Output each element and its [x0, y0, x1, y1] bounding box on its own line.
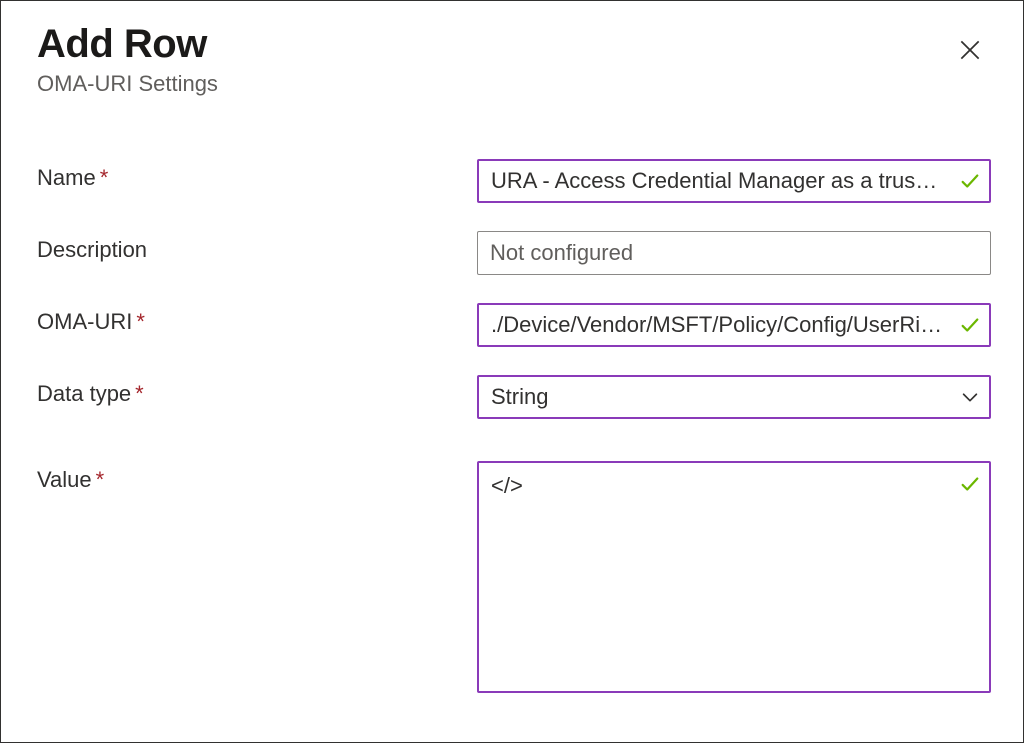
value-input-wrapper: </>: [477, 461, 991, 693]
form: Name* URA - Access Credential Manager as…: [37, 159, 991, 693]
row-oma-uri: OMA-URI* ./Device/Vendor/MSFT/Policy/Con…: [37, 303, 991, 347]
label-oma-uri-text: OMA-URI: [37, 309, 132, 334]
label-value-text: Value: [37, 467, 92, 492]
label-oma-uri: OMA-URI*: [37, 303, 477, 335]
label-value: Value*: [37, 461, 477, 493]
oma-uri-input-wrapper: ./Device/Vendor/MSFT/Policy/Config/UserR…: [477, 303, 991, 347]
field-value: </>: [477, 461, 991, 693]
description-input[interactable]: Not configured: [477, 231, 991, 275]
row-description: Description Not configured: [37, 231, 991, 275]
add-row-panel: Add Row OMA-URI Settings Name* URA - Acc…: [0, 0, 1024, 743]
value-textarea[interactable]: </>: [477, 461, 991, 693]
oma-uri-input[interactable]: ./Device/Vendor/MSFT/Policy/Config/UserR…: [477, 303, 991, 347]
panel-subtitle: OMA-URI Settings: [37, 71, 218, 97]
description-input-wrapper: Not configured: [477, 231, 991, 275]
panel-header: Add Row OMA-URI Settings: [37, 23, 991, 97]
description-placeholder: Not configured: [490, 240, 633, 265]
close-button[interactable]: [953, 33, 987, 67]
data-type-select[interactable]: String: [477, 375, 991, 419]
label-description-text: Description: [37, 237, 147, 262]
label-description: Description: [37, 231, 477, 263]
required-marker: *: [100, 165, 109, 190]
panel-title: Add Row: [37, 23, 218, 65]
field-name: URA - Access Credential Manager as a tru…: [477, 159, 991, 203]
name-input-wrapper: URA - Access Credential Manager as a tru…: [477, 159, 991, 203]
name-input[interactable]: URA - Access Credential Manager as a tru…: [477, 159, 991, 203]
field-data-type: String: [477, 375, 991, 419]
label-name: Name*: [37, 159, 477, 191]
field-oma-uri: ./Device/Vendor/MSFT/Policy/Config/UserR…: [477, 303, 991, 347]
required-marker: *: [135, 381, 144, 406]
label-name-text: Name: [37, 165, 96, 190]
row-data-type: Data type* String: [37, 375, 991, 419]
field-description: Not configured: [477, 231, 991, 275]
row-value: Value* </>: [37, 461, 991, 693]
label-data-type: Data type*: [37, 375, 477, 407]
title-block: Add Row OMA-URI Settings: [37, 23, 218, 97]
required-marker: *: [136, 309, 145, 334]
close-icon: [957, 37, 983, 63]
required-marker: *: [96, 467, 105, 492]
data-type-select-wrapper: String: [477, 375, 991, 419]
label-data-type-text: Data type: [37, 381, 131, 406]
row-name: Name* URA - Access Credential Manager as…: [37, 159, 991, 203]
